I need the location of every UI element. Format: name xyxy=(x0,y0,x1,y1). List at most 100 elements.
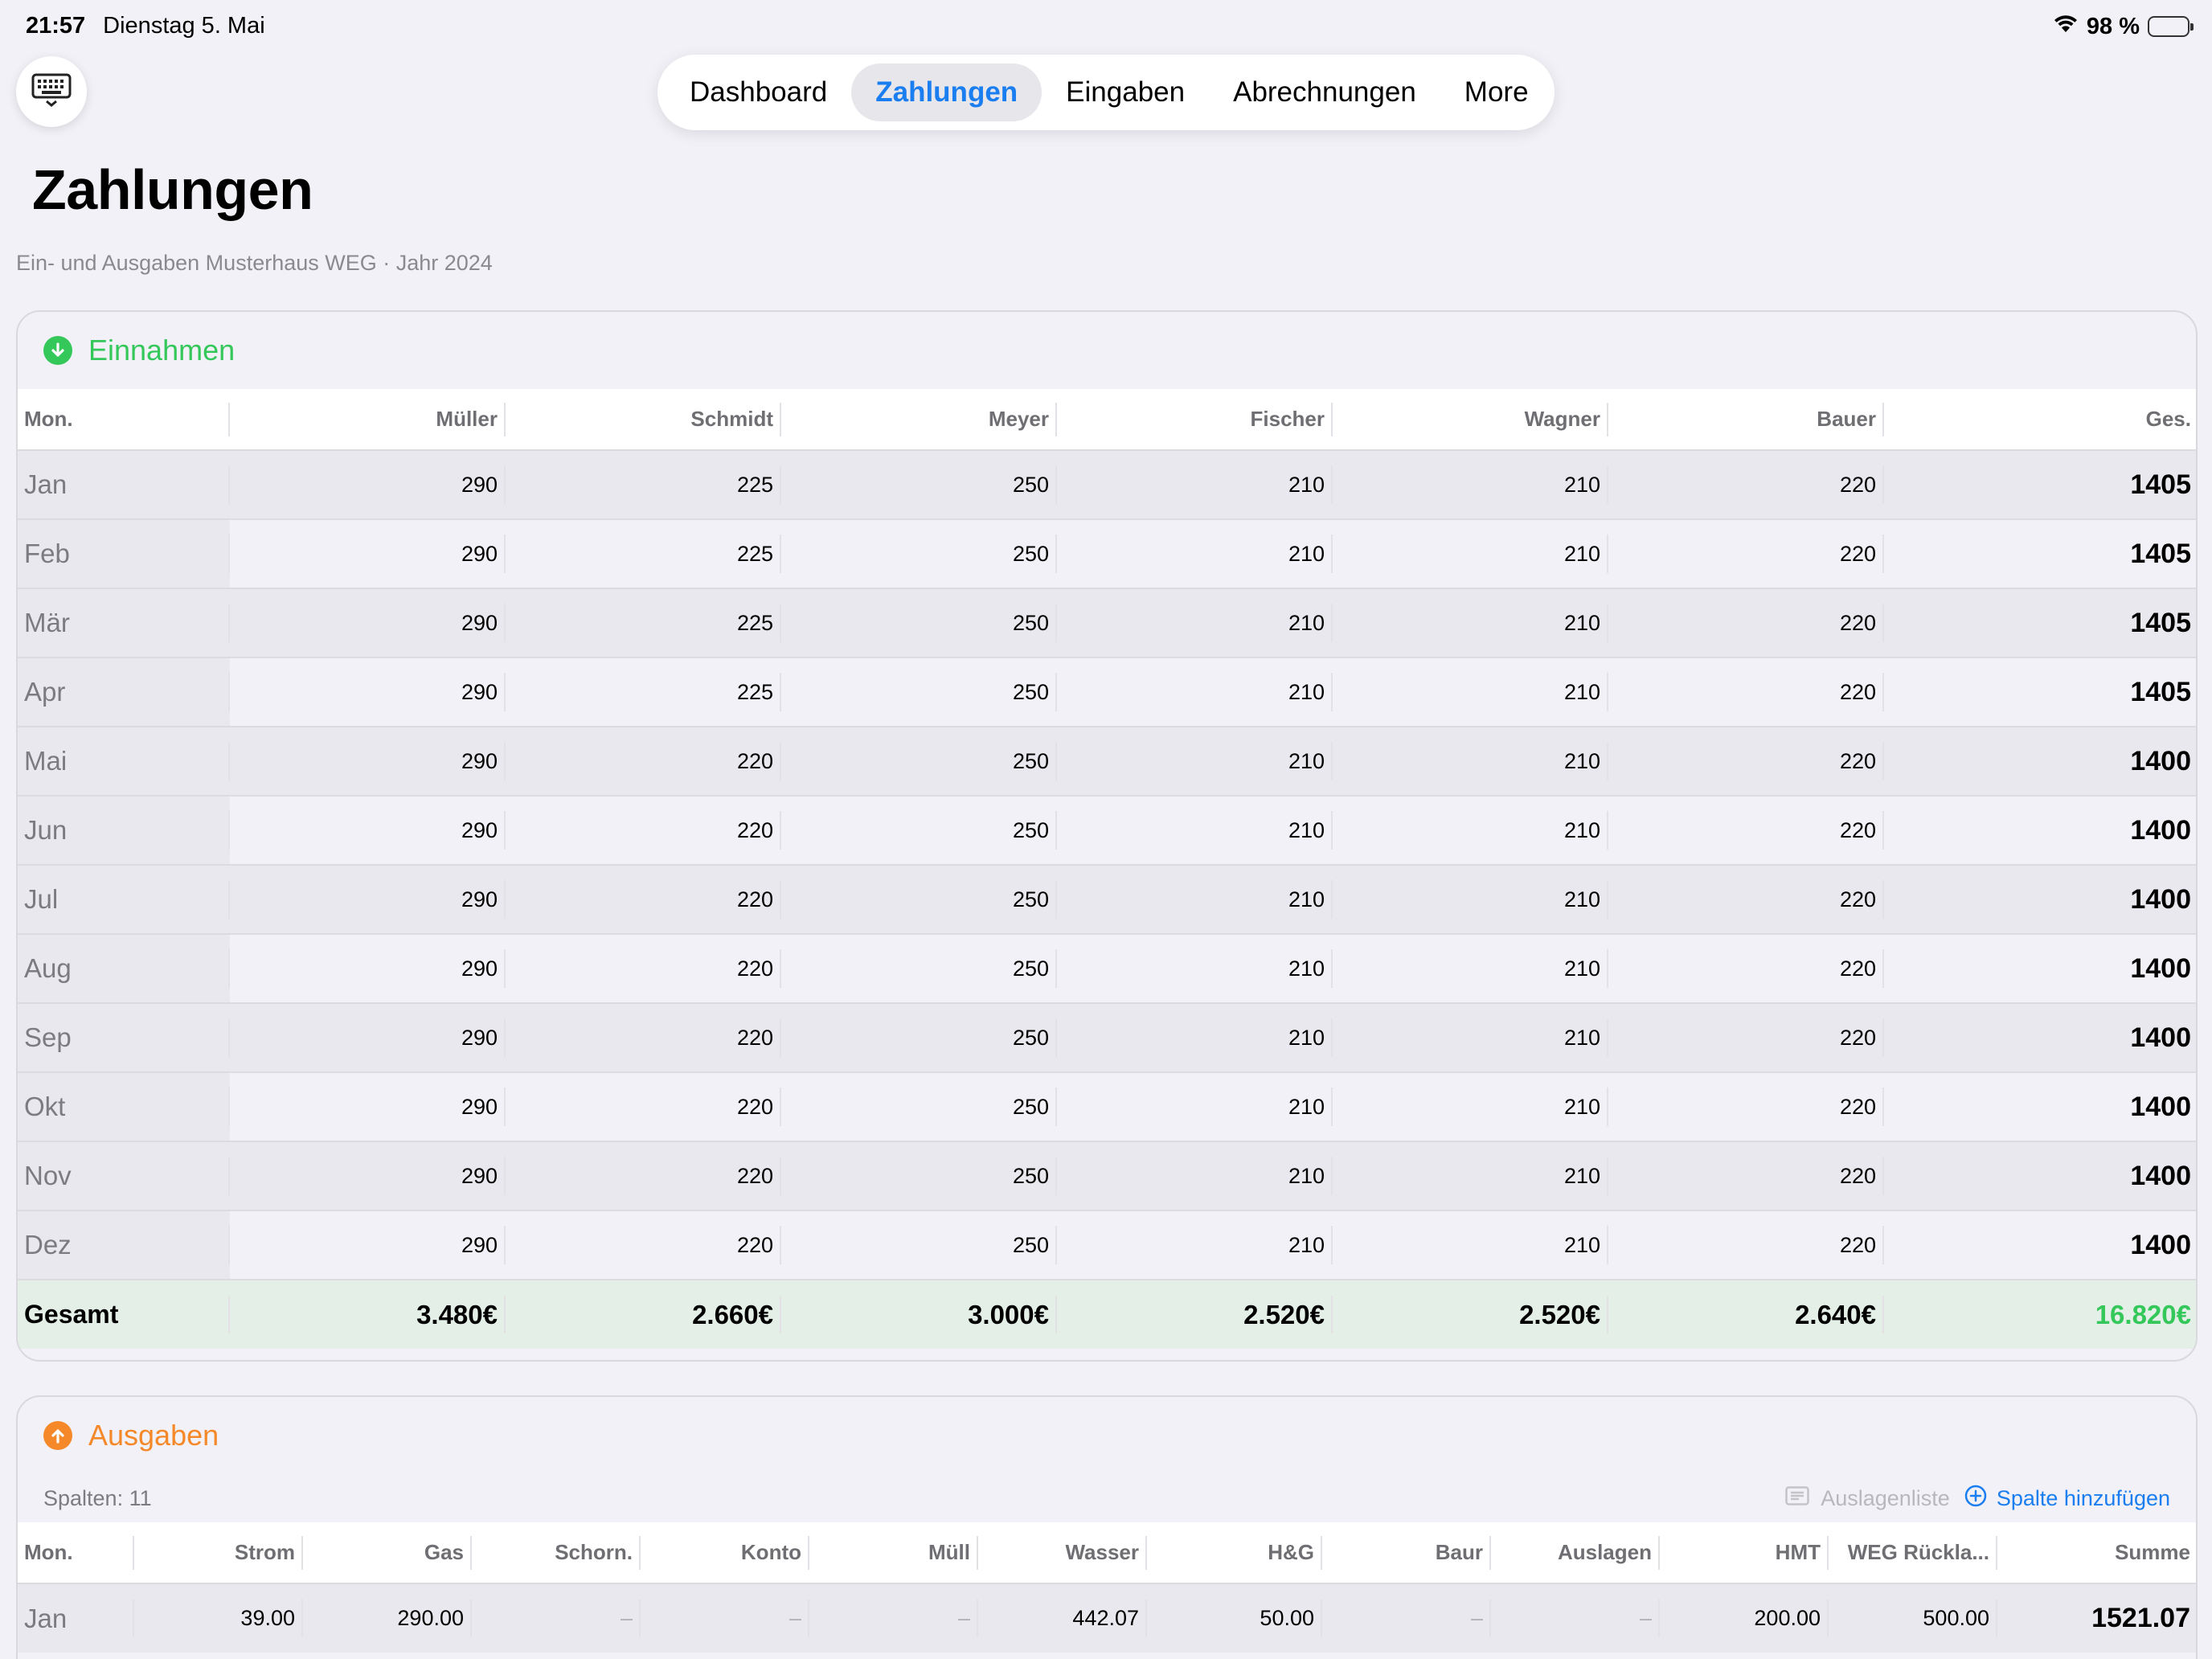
column-header[interactable]: Müller xyxy=(230,389,506,450)
amount-cell[interactable]: 250 xyxy=(781,727,1057,796)
amount-cell[interactable]: 220 xyxy=(1608,727,1884,796)
amount-cell[interactable]: 210 xyxy=(1057,519,1333,588)
row-total-cell[interactable]: 1400 xyxy=(1884,727,2196,796)
amount-cell[interactable]: 290 xyxy=(230,1072,506,1141)
row-total-cell[interactable]: 1400 xyxy=(1884,934,2196,1003)
column-header[interactable]: Schorn. xyxy=(472,1522,641,1583)
amount-cell[interactable]: 200.00 xyxy=(1660,1583,1829,1653)
column-header[interactable]: WEG Rückla... xyxy=(1829,1522,1997,1583)
row-total-cell[interactable]: 1405 xyxy=(1884,588,2196,657)
amount-cell[interactable]: 210 xyxy=(1333,1210,1608,1280)
amount-cell[interactable]: – xyxy=(641,1583,809,1653)
amount-cell[interactable]: 250 xyxy=(781,588,1057,657)
amount-cell[interactable]: 220 xyxy=(506,1072,781,1141)
amount-cell[interactable]: 250 xyxy=(781,450,1057,519)
amount-cell[interactable]: 220 xyxy=(506,796,781,865)
amount-cell[interactable]: 220 xyxy=(1608,588,1884,657)
amount-cell[interactable]: 39.00 xyxy=(134,1583,303,1653)
column-header[interactable]: Mon. xyxy=(18,389,230,450)
table-row[interactable]: Dez 290 220 250 210 210 220 1400 xyxy=(18,1210,2196,1280)
amount-cell[interactable]: 50.00 xyxy=(1147,1583,1322,1653)
table-row[interactable]: Jan 290 225 250 210 210 220 1405 xyxy=(18,450,2196,519)
amount-cell[interactable]: 250 xyxy=(781,934,1057,1003)
table-row[interactable]: Okt 290 220 250 210 210 220 1400 xyxy=(18,1072,2196,1141)
amount-cell[interactable]: 210 xyxy=(1333,1072,1608,1141)
amount-cell[interactable]: 250 xyxy=(781,1210,1057,1280)
amount-cell[interactable]: 250 xyxy=(781,657,1057,727)
amount-cell[interactable]: 210 xyxy=(1333,1141,1608,1210)
amount-cell[interactable]: 290 xyxy=(230,519,506,588)
amount-cell[interactable]: 210 xyxy=(1333,657,1608,727)
amount-cell[interactable]: – xyxy=(1491,1583,1660,1653)
amount-cell[interactable]: 210 xyxy=(1333,727,1608,796)
amount-cell[interactable]: 220 xyxy=(506,1003,781,1072)
column-header[interactable]: Bauer xyxy=(1608,389,1884,450)
column-header[interactable]: Konto xyxy=(641,1522,809,1583)
amount-cell[interactable]: 210 xyxy=(1057,796,1333,865)
column-header[interactable]: Mon. xyxy=(18,1522,134,1583)
amount-cell[interactable]: 225 xyxy=(506,657,781,727)
amount-cell[interactable]: 290 xyxy=(230,934,506,1003)
table-row[interactable]: Mai 290 220 250 210 210 220 1400 xyxy=(18,727,2196,796)
amount-cell[interactable]: 220 xyxy=(506,1210,781,1280)
amount-cell[interactable]: 220 xyxy=(1608,519,1884,588)
row-total-cell[interactable]: 1400 xyxy=(1884,1003,2196,1072)
amount-cell[interactable]: – xyxy=(1322,1583,1491,1653)
tab-eingaben[interactable]: Eingaben xyxy=(1042,63,1209,121)
amount-cell[interactable]: 225 xyxy=(506,519,781,588)
amount-cell[interactable]: 210 xyxy=(1057,1141,1333,1210)
amount-cell[interactable]: 220 xyxy=(1608,934,1884,1003)
column-header[interactable]: Gas xyxy=(303,1522,472,1583)
column-header[interactable]: Wagner xyxy=(1333,389,1608,450)
tab-more[interactable]: More xyxy=(1440,63,1553,121)
row-total-cell[interactable]: 1400 xyxy=(1884,1141,2196,1210)
amount-cell[interactable]: 500.00 xyxy=(1829,1583,1997,1653)
table-row[interactable]: Nov 290 220 250 210 210 220 1400 xyxy=(18,1141,2196,1210)
column-header[interactable]: Meyer xyxy=(781,389,1057,450)
table-row[interactable]: Jul 290 220 250 210 210 220 1400 xyxy=(18,865,2196,934)
column-header[interactable]: Summe xyxy=(1997,1522,2196,1583)
amount-cell[interactable]: 210 xyxy=(1057,450,1333,519)
keyboard-button[interactable] xyxy=(16,56,87,127)
amount-cell[interactable]: 210 xyxy=(1333,934,1608,1003)
table-row[interactable]: Apr 290 225 250 210 210 220 1405 xyxy=(18,657,2196,727)
amount-cell[interactable]: 225 xyxy=(506,450,781,519)
amount-cell[interactable]: 290 xyxy=(230,1210,506,1280)
amount-cell[interactable]: 220 xyxy=(1608,1141,1884,1210)
amount-cell[interactable]: 220 xyxy=(1608,1003,1884,1072)
amount-cell[interactable]: 220 xyxy=(1608,450,1884,519)
amount-cell[interactable]: 210 xyxy=(1333,1003,1608,1072)
amount-cell[interactable]: 250 xyxy=(781,519,1057,588)
table-row[interactable]: Mär 290 225 250 210 210 220 1405 xyxy=(18,588,2196,657)
column-header[interactable]: Auslagen xyxy=(1491,1522,1660,1583)
amount-cell[interactable]: 210 xyxy=(1333,865,1608,934)
auslagenliste-button[interactable]: Auslagenliste xyxy=(1785,1486,1950,1511)
amount-cell[interactable]: 220 xyxy=(506,1141,781,1210)
amount-cell[interactable]: 250 xyxy=(781,1141,1057,1210)
amount-cell[interactable]: 290 xyxy=(230,450,506,519)
column-header[interactable]: Baur xyxy=(1322,1522,1491,1583)
amount-cell[interactable]: 250 xyxy=(781,796,1057,865)
amount-cell[interactable]: 225 xyxy=(506,588,781,657)
amount-cell[interactable]: 290 xyxy=(230,796,506,865)
row-total-cell[interactable]: 1400 xyxy=(1884,865,2196,934)
row-total-cell[interactable]: 1521.07 xyxy=(1997,1583,2196,1653)
row-total-cell[interactable]: 1400 xyxy=(1884,796,2196,865)
column-header[interactable]: Fischer xyxy=(1057,389,1333,450)
column-header[interactable]: Müll xyxy=(809,1522,978,1583)
amount-cell[interactable]: 290.00 xyxy=(303,1583,472,1653)
row-total-cell[interactable]: 1405 xyxy=(1884,519,2196,588)
amount-cell[interactable]: 210 xyxy=(1333,588,1608,657)
column-header[interactable]: Ges. xyxy=(1884,389,2196,450)
column-header[interactable]: Schmidt xyxy=(506,389,781,450)
amount-cell[interactable]: 210 xyxy=(1057,934,1333,1003)
row-total-cell[interactable]: 1400 xyxy=(1884,1210,2196,1280)
amount-cell[interactable]: 290 xyxy=(230,1141,506,1210)
amount-cell[interactable]: 220 xyxy=(506,727,781,796)
table-row[interactable]: Sep 290 220 250 210 210 220 1400 xyxy=(18,1003,2196,1072)
amount-cell[interactable]: 220 xyxy=(506,934,781,1003)
table-row[interactable]: Jan 39.00 290.00– – –442.07 50.00– –200.00 500.… xyxy=(18,1583,2196,1653)
row-total-cell[interactable]: 1405 xyxy=(1884,450,2196,519)
column-header[interactable]: Strom xyxy=(134,1522,303,1583)
amount-cell[interactable]: 250 xyxy=(781,865,1057,934)
